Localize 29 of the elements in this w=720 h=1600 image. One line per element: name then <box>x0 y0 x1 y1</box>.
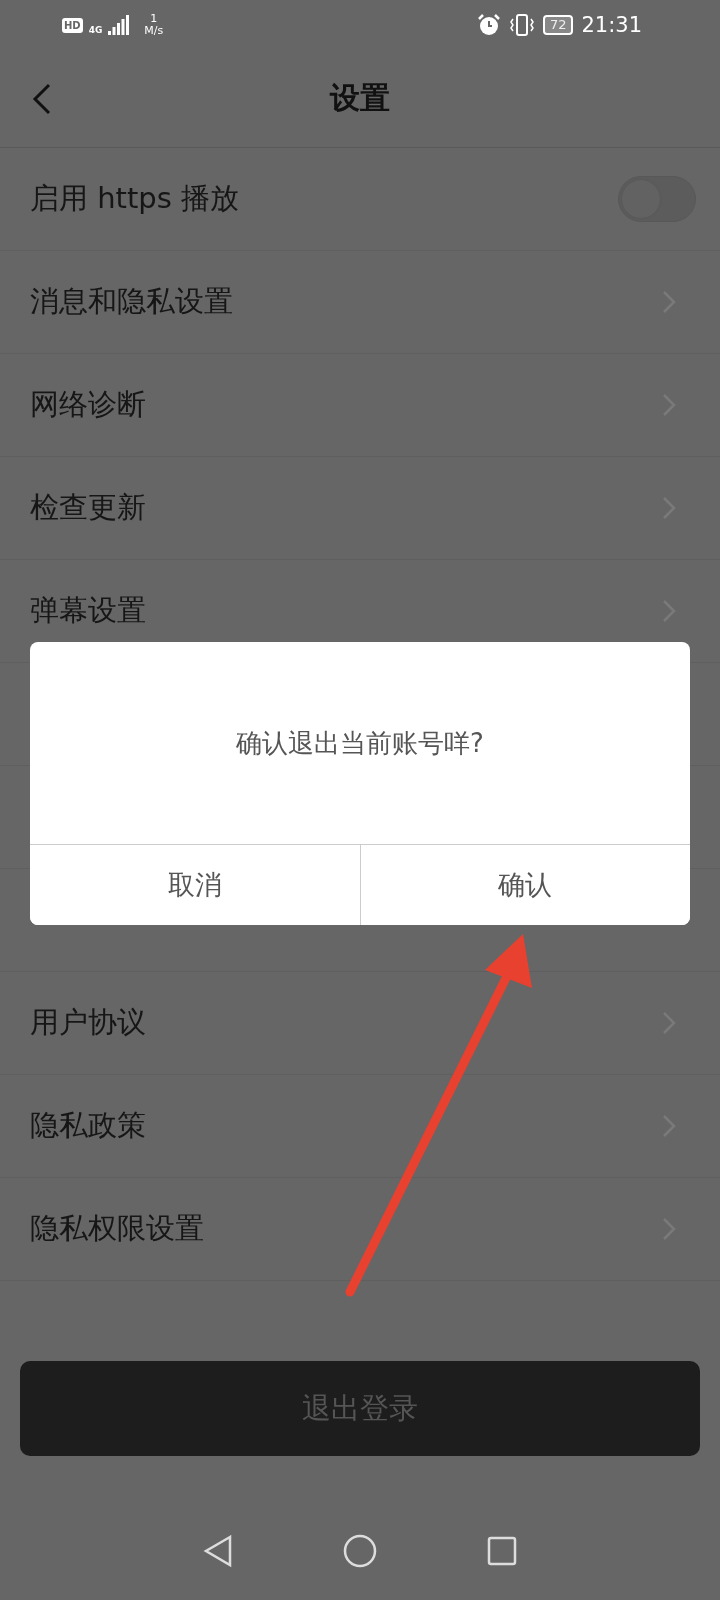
logout-button[interactable]: 退出登录 <box>20 1361 700 1456</box>
vibrate-icon <box>508 13 535 37</box>
network-type: 4G <box>88 25 103 35</box>
back-nav-icon[interactable] <box>203 1534 233 1568</box>
settings-row[interactable]: 网络诊断 <box>0 354 720 457</box>
settings-row[interactable]: 隐私政策 <box>0 1075 720 1178</box>
back-icon[interactable] <box>32 83 52 115</box>
settings-row[interactable]: 检查更新 <box>0 457 720 560</box>
alarm-icon <box>476 13 501 37</box>
signal-icon <box>108 15 131 35</box>
dialog-button[interactable]: 确认 <box>359 845 690 925</box>
settings-row[interactable]: 启用 https 播放 <box>0 148 720 251</box>
recents-nav-icon[interactable] <box>487 1536 517 1566</box>
row-label: 隐私政策 <box>30 1107 146 1144</box>
clock-time: 21:31 <box>581 13 642 37</box>
row-label: 消息和隐私设置 <box>30 283 233 320</box>
row-label: 弹幕设置 <box>30 592 146 629</box>
row-label: 检查更新 <box>30 489 146 526</box>
page-title: 设置 <box>330 79 390 117</box>
network-speed: 1 M/s <box>144 13 164 37</box>
row-label: 网络诊断 <box>30 386 146 423</box>
settings-row[interactable]: 消息和隐私设置 <box>0 251 720 354</box>
row-label: 用户协议 <box>30 1004 146 1041</box>
row-label: 启用 https 播放 <box>30 180 240 217</box>
row-label: 隐私权限设置 <box>30 1210 204 1247</box>
hd-badge: HD <box>62 17 83 33</box>
home-nav-icon[interactable] <box>343 1534 377 1568</box>
settings-row[interactable]: 隐私权限设置 <box>0 1178 720 1281</box>
battery-indicator: 72 <box>542 15 574 35</box>
